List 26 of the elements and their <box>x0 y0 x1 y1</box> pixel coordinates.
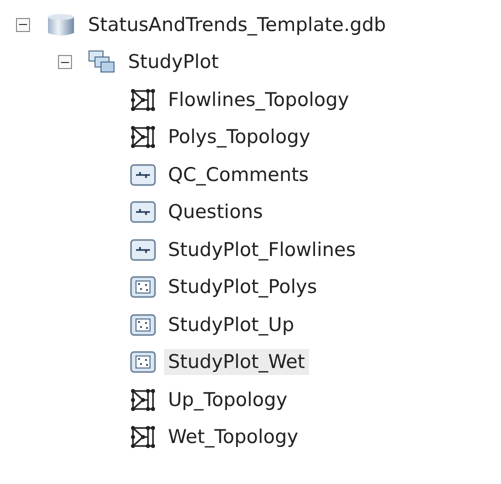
tree-item-label[interactable]: StudyPlot_Wet <box>164 349 309 376</box>
topology-icon <box>130 125 156 150</box>
tree-item-label[interactable]: StudyPlot <box>124 49 223 76</box>
polygon-feature-icon <box>130 312 156 337</box>
feature-dataset-icon <box>88 50 116 74</box>
tree-item-label[interactable]: QC_Comments <box>164 162 313 188</box>
topology-icon <box>130 425 156 450</box>
polygon-feature-icon <box>130 275 156 300</box>
tree-item-label[interactable]: Polys_Topology <box>164 124 314 150</box>
polygon-feature-icon <box>130 350 156 374</box>
table-icon <box>130 200 156 224</box>
topology-icon <box>130 88 156 112</box>
tree-item-label[interactable]: Questions <box>164 199 267 226</box>
tree-item-label[interactable]: Flowlines_Topology <box>164 86 353 113</box>
tree-item-label[interactable]: StudyPlot_Polys <box>164 274 321 300</box>
table-icon <box>130 162 156 187</box>
collapse-toggle[interactable] <box>58 55 72 70</box>
tree-item-label[interactable]: Up_Topology <box>164 386 292 413</box>
tree-item-label[interactable]: StatusAndTrends_Template.gdb <box>84 12 390 38</box>
topology-icon <box>130 388 156 412</box>
tree-item-label[interactable]: StudyPlot_Up <box>164 312 298 338</box>
table-icon <box>130 238 156 262</box>
collapse-toggle[interactable] <box>16 18 30 32</box>
tree-item-label[interactable]: StudyPlot_Flowlines <box>164 236 360 263</box>
tree-item-label[interactable]: Wet_Topology <box>164 424 302 450</box>
database-icon <box>46 12 76 38</box>
